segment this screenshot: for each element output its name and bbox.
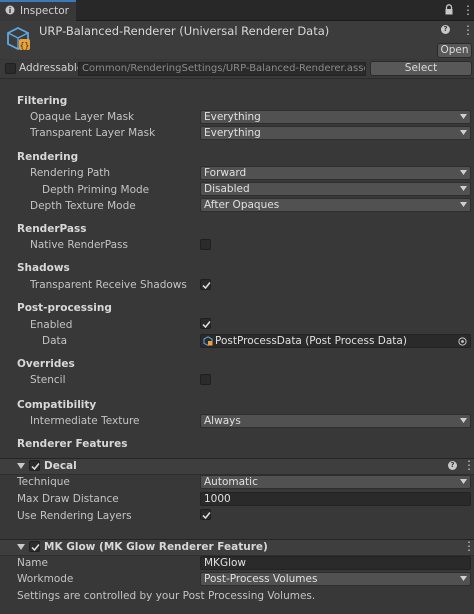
opaque-layer-mask-dropdown[interactable]: Everything [200,110,471,124]
stencil-checkbox[interactable] [200,374,211,385]
use-rendering-layers-label: Use Rendering Layers [17,510,132,522]
max-draw-distance-field[interactable]: 1000 [200,492,471,506]
decal-enabled-checkbox[interactable] [29,460,40,471]
addressable-label: Addressable [19,62,84,74]
object-picker-icon[interactable] [458,337,467,346]
tab-title: Inspector [20,5,69,17]
chevron-down-icon [460,170,467,175]
mkglow-note: Settings are controlled by your Post Pro… [17,590,316,602]
rendering-path-value: Forward [204,167,247,179]
transparent-layer-mask-label: Transparent Layer Mask [30,127,156,139]
technique-value: Automatic [204,476,258,488]
depth-texture-mode-label: Depth Texture Mode [30,200,136,212]
rendering-path-dropdown[interactable]: Forward [200,166,471,180]
checkmark-icon [202,321,211,329]
rendering-path-label: Rendering Path [30,167,111,179]
transparent-receive-shadows-label: Transparent Receive Shadows [30,279,187,291]
intermediate-texture-value: Always [204,415,241,427]
technique-dropdown[interactable]: Automatic [200,475,471,489]
help-icon[interactable]: ? [448,461,457,470]
max-draw-distance-label: Max Draw Distance [17,493,119,505]
scriptable-object-icon: {} [7,26,30,51]
workmode-dropdown[interactable]: Post-Process Volumes [200,572,471,586]
transparent-layer-mask-value: Everything [204,127,261,139]
opaque-layer-mask-label: Opaque Layer Mask [30,111,135,123]
open-button[interactable]: Open [437,43,472,58]
chevron-down-icon [460,130,467,135]
chevron-down-icon [460,576,467,581]
depth-priming-mode-label: Depth Priming Mode [42,184,150,196]
asset-icon [203,336,213,346]
select-button[interactable]: Select [370,61,472,76]
decal-menu-kebab-icon[interactable]: ⋮ [463,459,474,471]
postprocessing-data-field[interactable]: PostProcessData (Post Process Data) [200,334,471,348]
mkglow-name-label: Name [17,557,48,569]
postprocessing-data-value: PostProcessData (Post Process Data) [215,335,407,347]
checkmark-icon [31,544,40,552]
native-renderpass-checkbox[interactable] [200,239,211,250]
foldout-expanded-icon[interactable] [17,462,25,470]
technique-label: Technique [17,476,70,488]
depth-texture-mode-dropdown[interactable]: After Opaques [200,198,471,212]
window-menu-kebab-icon[interactable]: ⋮ [462,4,474,16]
renderpass-section-title: RenderPass [17,223,87,235]
native-renderpass-label: Native RenderPass [30,239,128,251]
mkglow-name-field[interactable]: MKGlow [200,556,471,570]
workmode-value: Post-Process Volumes [204,573,318,585]
addressable-checkbox[interactable] [5,63,16,74]
depth-priming-mode-dropdown[interactable]: Disabled [200,182,471,196]
svg-text:{}: {} [20,41,30,50]
checkmark-icon [202,282,211,290]
tab-inspector[interactable]: Inspector [0,0,76,21]
checkmark-icon [202,512,211,520]
postprocessing-data-label: Data [42,335,68,347]
chevron-down-icon [460,479,467,484]
chevron-down-icon [460,186,467,191]
shadows-section-title: Shadows [17,262,70,274]
transparent-receive-shadows-checkbox[interactable] [200,279,211,290]
decal-feature-title: Decal [44,460,77,472]
lock-icon[interactable] [444,4,454,15]
chevron-down-icon [460,114,467,119]
postprocessing-enabled-label: Enabled [30,319,73,331]
depth-texture-mode-value: After Opaques [204,199,280,211]
chevron-down-icon [460,418,467,423]
depth-priming-mode-value: Disabled [204,183,250,195]
chevron-down-icon [460,202,467,207]
transparent-layer-mask-dropdown[interactable]: Everything [200,126,471,140]
stencil-label: Stencil [30,374,66,386]
workmode-label: Workmode [17,573,74,585]
addressable-path-field[interactable]: Common/RenderingSettings/URP-Balanced-Re… [78,62,366,76]
filtering-section-title: Filtering [17,95,68,107]
mkglow-feature-title: MK Glow (MK Glow Renderer Feature) [44,541,268,553]
opaque-layer-mask-value: Everything [204,111,261,123]
intermediate-texture-label: Intermediate Texture [30,415,140,427]
asset-title: URP-Balanced-Renderer (Universal Rendere… [39,24,330,38]
header-menu-kebab-icon[interactable]: ⋮ [462,24,474,36]
mkglow-menu-kebab-icon[interactable]: ⋮ [463,540,474,552]
compatibility-section-title: Compatibility [17,399,97,411]
foldout-expanded-icon[interactable] [17,543,25,551]
postprocessing-section-title: Post-processing [17,302,112,314]
postprocessing-enabled-checkbox[interactable] [200,318,211,329]
checkmark-icon [31,463,40,471]
renderer-features-title: Renderer Features [17,438,128,450]
rendering-section-title: Rendering [17,151,79,163]
help-icon[interactable]: ? [441,25,450,34]
mkglow-enabled-checkbox[interactable] [29,541,40,552]
overrides-section-title: Overrides [17,358,75,370]
intermediate-texture-dropdown[interactable]: Always [200,414,471,428]
use-rendering-layers-checkbox[interactable] [200,509,211,520]
info-icon [5,5,15,15]
